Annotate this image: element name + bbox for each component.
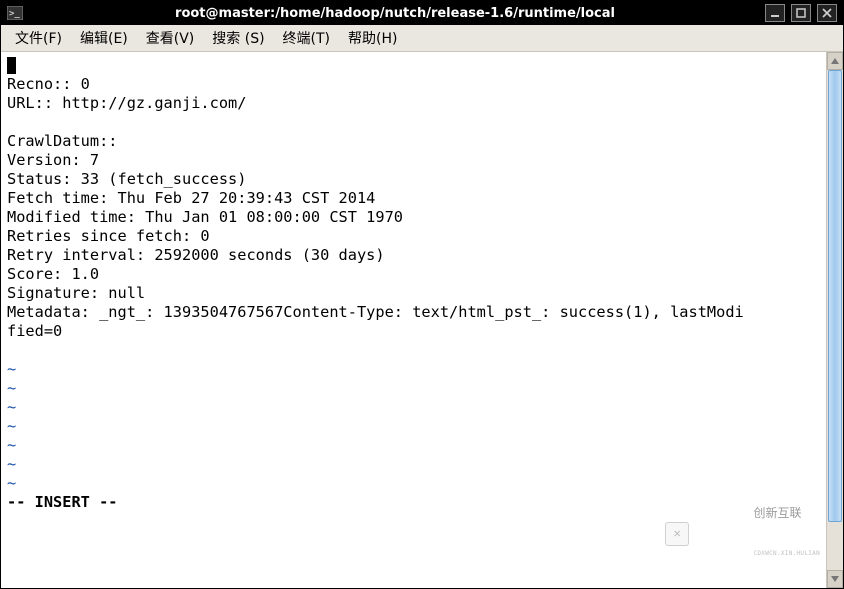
watermark-logo-icon: ✕ bbox=[665, 522, 689, 546]
scroll-track[interactable] bbox=[827, 70, 843, 570]
line-recno: Recno:: 0 bbox=[7, 75, 90, 93]
vim-tilde: ~ bbox=[7, 379, 16, 397]
text-cursor bbox=[7, 57, 16, 74]
watermark: ✕ 创新互联 CDXWCN.XIN.HULIAN bbox=[665, 485, 820, 582]
terminal-app-icon: >_ bbox=[5, 3, 25, 23]
line-fetch-time: Fetch time: Thu Feb 27 20:39:43 CST 2014 bbox=[7, 189, 375, 207]
line-modified-time: Modified time: Thu Jan 01 08:00:00 CST 1… bbox=[7, 208, 403, 226]
line-url: URL:: http://gz.ganji.com/ bbox=[7, 94, 246, 112]
svg-text:>_: >_ bbox=[9, 9, 20, 19]
scroll-thumb[interactable] bbox=[828, 70, 842, 522]
menu-terminal[interactable]: 终端(T) bbox=[275, 26, 338, 50]
line-score: Score: 1.0 bbox=[7, 265, 99, 283]
line-version: Version: 7 bbox=[7, 151, 99, 169]
vim-status-line: -- INSERT -- bbox=[7, 493, 118, 511]
terminal-body-wrap: Recno:: 0 URL:: http://gz.ganji.com/ Cra… bbox=[1, 52, 843, 588]
vim-tilde: ~ bbox=[7, 455, 16, 473]
menubar: 文件(F) 编辑(E) 查看(V) 搜索 (S) 终端(T) 帮助(H) bbox=[1, 25, 843, 52]
line-crawldatum: CrawlDatum:: bbox=[7, 132, 118, 150]
line-status: Status: 33 (fetch_success) bbox=[7, 170, 246, 188]
line-metadata-2: fied=0 bbox=[7, 322, 62, 340]
vim-tilde: ~ bbox=[7, 398, 16, 416]
vertical-scrollbar[interactable] bbox=[826, 52, 843, 588]
terminal-content[interactable]: Recno:: 0 URL:: http://gz.ganji.com/ Cra… bbox=[1, 52, 826, 588]
watermark-text: 创新互联 bbox=[753, 506, 801, 520]
window-title: root@master:/home/hadoop/nutch/release-1… bbox=[25, 6, 765, 21]
menu-help[interactable]: 帮助(H) bbox=[340, 26, 405, 50]
line-signature: Signature: null bbox=[7, 284, 145, 302]
menu-file[interactable]: 文件(F) bbox=[7, 26, 70, 50]
vim-tilde: ~ bbox=[7, 436, 16, 454]
menu-edit[interactable]: 编辑(E) bbox=[72, 26, 136, 50]
terminal-window: >_ root@master:/home/hadoop/nutch/releas… bbox=[0, 0, 844, 589]
maximize-button[interactable] bbox=[791, 4, 811, 22]
scroll-up-button[interactable] bbox=[827, 52, 843, 70]
line-retries: Retries since fetch: 0 bbox=[7, 227, 210, 245]
menu-search[interactable]: 搜索 (S) bbox=[204, 26, 272, 50]
scroll-down-button[interactable] bbox=[827, 570, 843, 588]
minimize-button[interactable] bbox=[765, 4, 785, 22]
close-button[interactable] bbox=[817, 4, 837, 22]
vim-tilde: ~ bbox=[7, 360, 16, 378]
vim-tilde: ~ bbox=[7, 417, 16, 435]
window-controls bbox=[765, 4, 837, 22]
vim-tilde: ~ bbox=[7, 474, 16, 492]
line-metadata-1: Metadata: _ngt_: 1393504767567Content-Ty… bbox=[7, 303, 744, 321]
menu-view[interactable]: 查看(V) bbox=[138, 26, 203, 50]
titlebar[interactable]: >_ root@master:/home/hadoop/nutch/releas… bbox=[1, 1, 843, 25]
line-retry-interval: Retry interval: 2592000 seconds (30 days… bbox=[7, 246, 385, 264]
watermark-subtext: CDXWCN.XIN.HULIAN bbox=[753, 550, 820, 557]
